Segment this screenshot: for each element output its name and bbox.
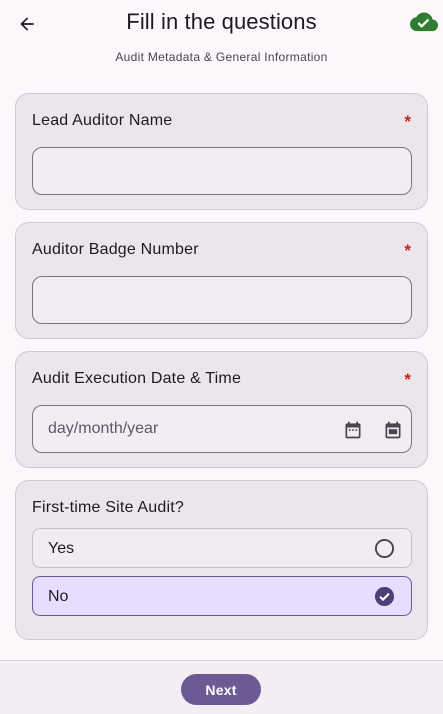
badge-number-label: Auditor Badge Number: [32, 241, 199, 258]
radio-unchecked-icon: [374, 538, 395, 559]
calendar-icon[interactable]: [342, 419, 364, 441]
cloud-done-icon[interactable]: [410, 11, 438, 35]
option-label: Yes: [48, 540, 75, 557]
calendar-event-icon[interactable]: [382, 419, 404, 441]
page-subtitle: Audit Metadata & General Information: [115, 50, 328, 64]
execution-datetime-label: Audit Execution Date & Time: [32, 370, 242, 387]
first-time-audit-card: First-time Site Audit? Yes No: [15, 480, 428, 640]
lead-auditor-card: Lead Auditor Name *: [15, 93, 428, 210]
next-button[interactable]: Next: [181, 674, 261, 705]
check-circle-icon: [374, 586, 395, 607]
required-marker: *: [404, 241, 411, 260]
lead-auditor-input[interactable]: [32, 147, 412, 195]
first-time-audit-label: First-time Site Audit?: [32, 499, 185, 516]
app-header: Fill in the questions Audit Metadata & G…: [0, 0, 443, 82]
required-marker: *: [404, 370, 411, 389]
execution-datetime-card: Audit Execution Date & Time * day/month/…: [15, 351, 428, 468]
lead-auditor-label: Lead Auditor Name: [32, 112, 173, 129]
option-label: No: [48, 588, 69, 605]
page-title: Fill in the questions: [126, 9, 317, 34]
required-marker: *: [404, 112, 411, 131]
footer-bar: Next: [0, 660, 443, 714]
form-screen: Fill in the questions Audit Metadata & G…: [0, 0, 443, 714]
date-placeholder: day/month/year: [48, 420, 159, 437]
execution-datetime-input[interactable]: day/month/year: [32, 405, 412, 453]
option-no[interactable]: No: [32, 576, 412, 616]
option-yes[interactable]: Yes: [32, 528, 412, 568]
badge-number-card: Auditor Badge Number *: [15, 222, 428, 339]
badge-number-input[interactable]: [32, 276, 412, 324]
